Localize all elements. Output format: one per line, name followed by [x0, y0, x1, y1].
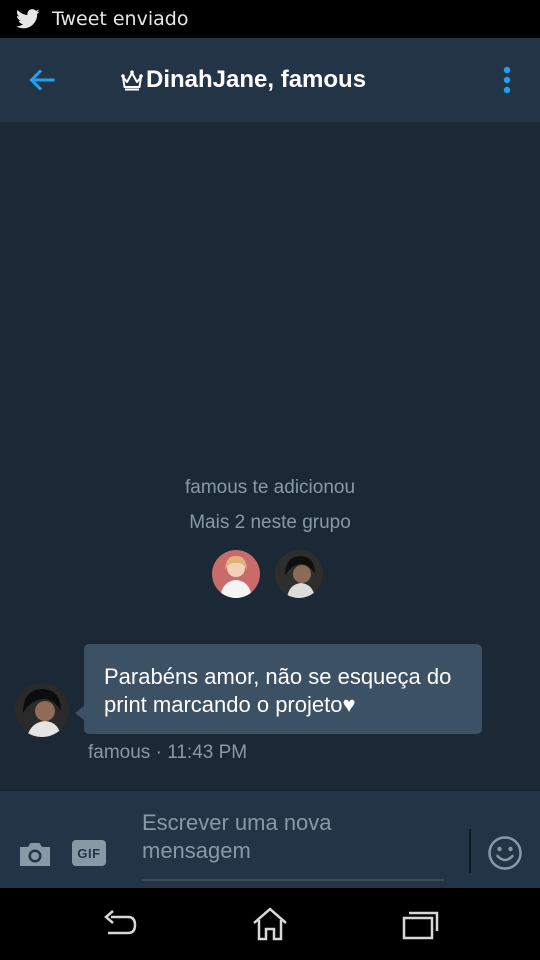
message-meta: famous · 11:43 PM	[88, 742, 248, 763]
message-text: Parabéns amor, não se esqueça do print m…	[104, 664, 452, 717]
camera-icon[interactable]	[18, 841, 52, 867]
home-icon[interactable]	[250, 906, 290, 942]
recents-icon[interactable]	[400, 906, 440, 942]
member-avatar[interactable]	[212, 550, 260, 598]
arrow-left-icon[interactable]	[26, 64, 58, 96]
group-info[interactable]: Mais 2 neste grupo	[0, 512, 540, 534]
composer-divider	[469, 829, 471, 873]
conversation-title: DinahJane, famous	[120, 62, 366, 98]
conversation-area[interactable]: famous te adicionou Mais 2 neste grupo P…	[0, 122, 540, 790]
twitter-bird-icon	[16, 9, 40, 29]
conversation-title-text: DinahJane, famous	[146, 66, 367, 93]
more-vertical-icon[interactable]	[496, 64, 518, 96]
notification-text: Tweet enviado	[52, 8, 189, 30]
gif-button[interactable]: GIF	[72, 840, 106, 866]
app-bar: DinahJane, famous	[0, 38, 540, 122]
sender-avatar[interactable]	[15, 683, 69, 737]
bubble-tail	[75, 706, 84, 720]
back-icon[interactable]	[100, 906, 140, 942]
member-avatar[interactable]	[275, 550, 323, 598]
message-bubble[interactable]: Parabéns amor, não se esqueça do print m…	[75, 644, 482, 734]
message-input-wrapper	[142, 809, 444, 881]
message-input[interactable]	[142, 809, 444, 873]
smiley-icon[interactable]	[487, 835, 523, 871]
status-bar: Tweet enviado	[0, 0, 540, 38]
message-composer: GIF	[0, 790, 540, 888]
crown-icon	[121, 70, 143, 91]
system-message: famous te adicionou	[184, 477, 356, 498]
navigation-bar	[0, 888, 540, 960]
